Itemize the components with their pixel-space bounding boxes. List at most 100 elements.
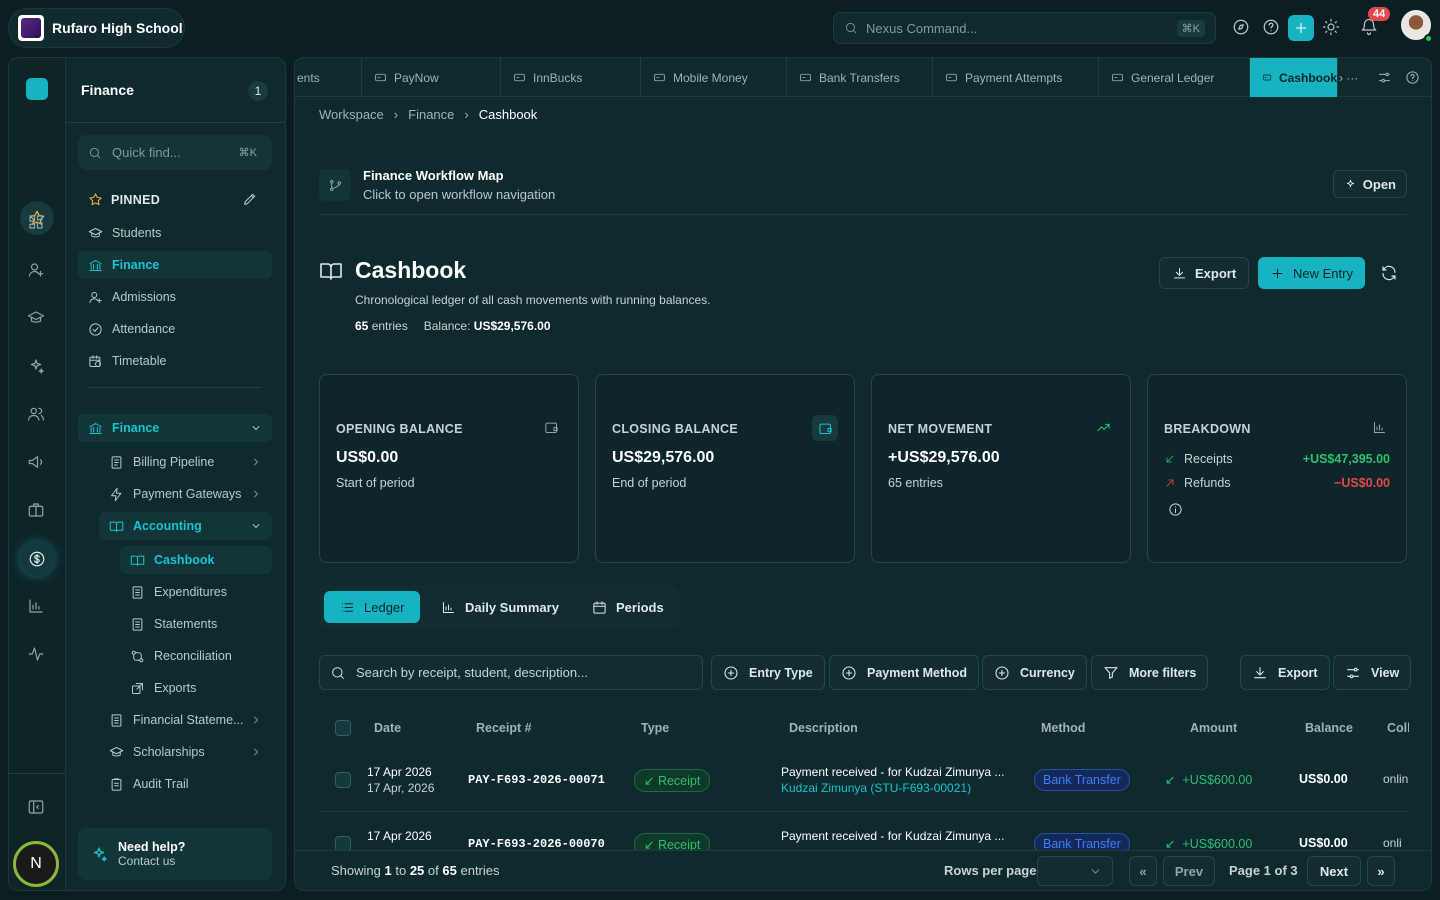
column-amount[interactable]: Amount <box>1190 721 1237 735</box>
dashboard-icon[interactable] <box>27 213 47 233</box>
nav-billing-pipeline[interactable]: Billing Pipeline <box>99 448 272 476</box>
nav-statements[interactable]: Statements <box>120 610 272 638</box>
first-page-button[interactable]: « <box>1129 856 1157 886</box>
tab-innbucks[interactable]: InnBucks <box>501 58 641 97</box>
more-filters-button[interactable]: More filters <box>1091 655 1209 690</box>
pinned-item-admissions[interactable]: Admissions <box>78 283 272 311</box>
search-input[interactable]: Search by receipt, student, description.… <box>319 655 703 690</box>
view-tab-ledger[interactable]: Ledger <box>324 591 421 623</box>
refresh-icon[interactable] <box>1380 264 1398 282</box>
user-plus-icon[interactable] <box>27 261 47 281</box>
rows-per-page-select[interactable] <box>1037 856 1113 886</box>
section-finance[interactable]: Finance <box>78 414 272 442</box>
row-amount-value: +US$600.00 <box>1182 773 1253 787</box>
sliders-icon[interactable] <box>1377 70 1392 85</box>
nav-expenditures[interactable]: Expenditures <box>120 578 272 606</box>
app-logo[interactable] <box>26 78 48 100</box>
entry-type-filter[interactable]: Entry Type <box>711 655 825 690</box>
tab-overflow-icon[interactable]: › ··· <box>1339 71 1358 85</box>
view-tab-periods[interactable]: Periods <box>576 591 680 623</box>
tab-general-ledger[interactable]: General Ledger <box>1099 58 1250 97</box>
users-icon[interactable] <box>27 405 47 425</box>
nav-exports[interactable]: Exports <box>120 674 272 702</box>
view-tab-daily-summary[interactable]: Daily Summary <box>425 591 575 623</box>
help-card[interactable]: Need help? Contact us <box>78 828 272 880</box>
view-options-button[interactable]: View <box>1333 655 1412 690</box>
nav-audit-trail[interactable]: Audit Trail <box>99 770 272 798</box>
new-entry-button[interactable]: New Entry <box>1258 257 1365 289</box>
table-row[interactable]: 17 Apr 2026 17 Apr, 2026 PAY-F693-2026-0… <box>319 748 1409 812</box>
workflow-banner[interactable]: Finance Workflow Map Click to open workf… <box>319 165 1407 215</box>
nav-reconciliation[interactable]: Reconciliation <box>120 642 272 670</box>
net-movement-card: NET MOVEMENT +US$29,576.00 65 entries <box>871 374 1131 563</box>
school-switcher[interactable]: Rufaro High School <box>8 8 185 48</box>
collapse-sidebar-icon[interactable] <box>27 798 47 818</box>
user-initial-avatar[interactable]: N <box>13 841 59 887</box>
column-description[interactable]: Description <box>789 721 858 735</box>
showing-of-word: of <box>427 863 439 878</box>
command-search[interactable]: Nexus Command... ⌘K <box>833 12 1216 44</box>
nav-cashbook[interactable]: Cashbook <box>120 546 272 574</box>
prev-label: Prev <box>1174 863 1204 879</box>
breadcrumb-finance[interactable]: Finance <box>408 107 454 122</box>
megaphone-icon[interactable] <box>27 453 47 473</box>
row-description-sub[interactable]: Kudzai Zimunya (STU-F693-00021) <box>781 781 971 795</box>
pinned-item-timetable[interactable]: Timetable <box>78 347 272 375</box>
sidebar-header-divider <box>66 122 286 123</box>
list-icon <box>342 602 353 612</box>
info-icon[interactable] <box>1168 502 1183 517</box>
theme-toggle-icon[interactable] <box>1320 16 1342 38</box>
nav-accounting[interactable]: Accounting <box>99 512 272 540</box>
nav-payment-gateways[interactable]: Payment Gateways <box>99 480 272 508</box>
export-button[interactable]: Export <box>1159 257 1250 289</box>
select-all-checkbox[interactable] <box>335 720 351 736</box>
tab-paynow[interactable]: PayNow <box>362 58 501 97</box>
edit-pinned-icon[interactable] <box>242 191 260 209</box>
view-tabs: Ledger Daily Summary Periods <box>319 585 679 629</box>
column-receipt[interactable]: Receipt # <box>476 721 532 735</box>
currency-filter[interactable]: Currency <box>982 655 1087 690</box>
row-checkbox[interactable] <box>335 772 351 788</box>
plus-circle-icon <box>724 665 738 680</box>
column-method[interactable]: Method <box>1041 721 1085 735</box>
tab-label: General Ledger <box>1131 70 1215 85</box>
tab-mobile-money[interactable]: Mobile Money <box>641 58 787 97</box>
help-circle-icon[interactable] <box>1405 70 1420 85</box>
prev-page-button[interactable]: Prev <box>1163 856 1215 886</box>
table-export-button[interactable]: Export <box>1240 655 1330 690</box>
pinned-item-finance[interactable]: Finance <box>78 251 272 279</box>
activity-icon[interactable] <box>27 645 47 665</box>
next-page-button[interactable]: Next <box>1307 856 1361 886</box>
briefcase-icon[interactable] <box>27 501 47 521</box>
tab-bank-transfers[interactable]: Bank Transfers <box>787 58 933 97</box>
tab-payment-attempts[interactable]: Payment Attempts <box>933 58 1099 97</box>
nav-label: Accounting <box>133 519 202 533</box>
rail-finance[interactable] <box>20 542 54 576</box>
row-balance: US$0.00 <box>1299 772 1348 786</box>
bar-chart-icon[interactable] <box>27 597 47 617</box>
card-label: OPENING BALANCE <box>336 422 463 436</box>
sparkles-icon[interactable] <box>27 357 47 377</box>
workflow-open-button[interactable]: Open <box>1332 170 1407 198</box>
tab-cashbook[interactable]: Cashbook <box>1250 58 1338 97</box>
quick-find-input[interactable]: Quick find... ⌘K <box>78 135 272 170</box>
book-open-icon <box>109 521 124 532</box>
chevron-right-icon <box>254 490 258 498</box>
column-type[interactable]: Type <box>641 721 669 735</box>
pinned-item-attendance[interactable]: Attendance <box>78 315 272 343</box>
tab-partial[interactable]: ents <box>295 58 362 97</box>
column-date[interactable]: Date <box>374 721 401 735</box>
payment-method-filter[interactable]: Payment Method <box>829 655 980 690</box>
column-coll[interactable]: Coll <box>1387 721 1409 735</box>
nav-financial-statements[interactable]: Financial Stateme... <box>99 706 272 734</box>
quick-add-button[interactable] <box>1288 15 1314 41</box>
zap-icon <box>111 487 122 501</box>
nav-scholarships[interactable]: Scholarships <box>99 738 272 766</box>
column-balance[interactable]: Balance <box>1305 721 1353 735</box>
pinned-item-students[interactable]: Students <box>78 219 272 247</box>
last-page-button[interactable]: » <box>1367 856 1395 886</box>
help-icon[interactable] <box>1260 16 1282 38</box>
breadcrumb-workspace[interactable]: Workspace <box>319 107 384 122</box>
compass-icon[interactable] <box>1230 16 1252 38</box>
graduation-cap-icon[interactable] <box>27 309 47 329</box>
